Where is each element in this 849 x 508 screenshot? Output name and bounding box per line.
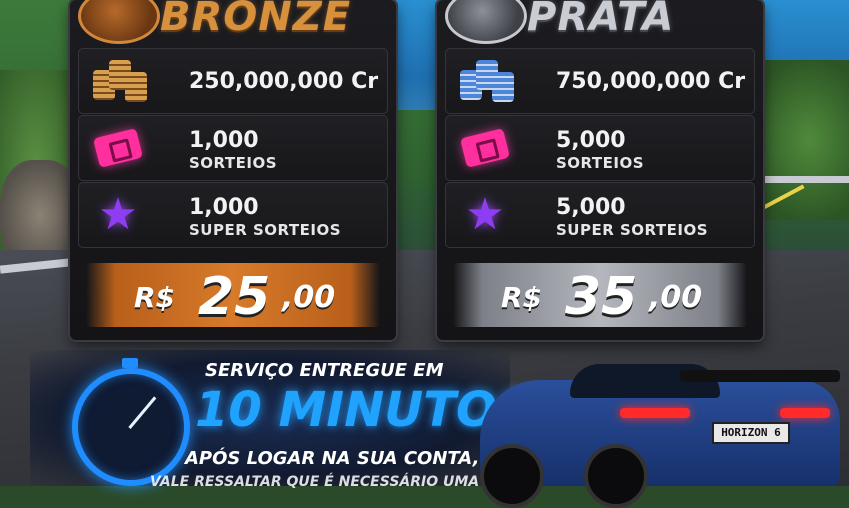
car-wheel: [584, 444, 648, 508]
prata-package-card[interactable]: PRATA 750,000,000 Cr 5,000 SORTEIOS ★ 5,…: [437, 0, 763, 340]
bronze-medal-icon: [78, 0, 160, 44]
bronze-sorteios-row: 1,000 SORTEIOS: [78, 115, 388, 181]
tail-light: [620, 408, 690, 418]
bronze-super-label: SUPER SORTEIOS: [189, 221, 342, 239]
bronze-credits: 250,000,000 Cr: [189, 69, 379, 94]
prata-price-whole: 35: [565, 267, 638, 327]
bronze-credits-row: 250,000,000 Cr: [78, 48, 388, 114]
bronze-package-card[interactable]: BRONZE 250,000,000 Cr 1,000 SORTEIOS ★ 1…: [70, 0, 396, 340]
star-icon: ★: [98, 189, 138, 240]
guardrail-right: [755, 176, 849, 183]
bronze-title: BRONZE: [160, 0, 352, 40]
bronze-price-cents: ,00: [282, 280, 336, 315]
silver-coins-icon: [460, 59, 514, 103]
license-plate: HORIZON 6: [712, 422, 790, 444]
right-hill: [750, 60, 849, 220]
bronze-price-currency: R$: [134, 281, 176, 314]
bronze-coins-icon: [93, 59, 147, 103]
prata-sorteios-amount: 5,000: [556, 128, 626, 153]
ticket-icon: [460, 126, 510, 170]
bronze-price[interactable]: R$ 25 ,00: [86, 263, 380, 327]
prata-price-cents: ,00: [649, 280, 703, 315]
prata-credits-row: 750,000,000 Cr: [445, 48, 755, 114]
prata-credits: 750,000,000 Cr: [556, 69, 746, 94]
bronze-sorteios-amount: 1,000: [189, 128, 259, 153]
prata-sorteios-label: SORTEIOS: [556, 154, 645, 172]
car-spoiler: [680, 370, 840, 382]
prata-super-label: SUPER SORTEIOS: [556, 221, 709, 239]
prata-super-amount: 5,000: [556, 195, 626, 220]
silver-medal-icon: [445, 0, 527, 44]
bronze-super-sorteios-row: ★ 1,000 SUPER SORTEIOS: [78, 182, 388, 248]
star-icon: ★: [465, 189, 505, 240]
bronze-super-amount: 1,000: [189, 195, 259, 220]
bronze-sorteios-label: SORTEIOS: [189, 154, 278, 172]
tail-light: [780, 408, 830, 418]
after-login-text: APÓS LOGAR NA SUA CONTA,: [185, 448, 480, 469]
stopwatch-icon: [72, 358, 190, 486]
service-text: SERVIÇO ENTREGUE EM: [205, 360, 444, 381]
ticket-icon: [93, 126, 143, 170]
car-wheel: [480, 444, 544, 508]
prata-price[interactable]: R$ 35 ,00: [453, 263, 747, 327]
prata-sorteios-row: 5,000 SORTEIOS: [445, 115, 755, 181]
prata-title: PRATA: [527, 0, 675, 40]
prata-price-currency: R$: [501, 281, 543, 314]
bronze-price-whole: 25: [198, 267, 271, 327]
sports-car-image: HORIZON 6: [480, 360, 849, 508]
prata-super-sorteios-row: ★ 5,000 SUPER SORTEIOS: [445, 182, 755, 248]
